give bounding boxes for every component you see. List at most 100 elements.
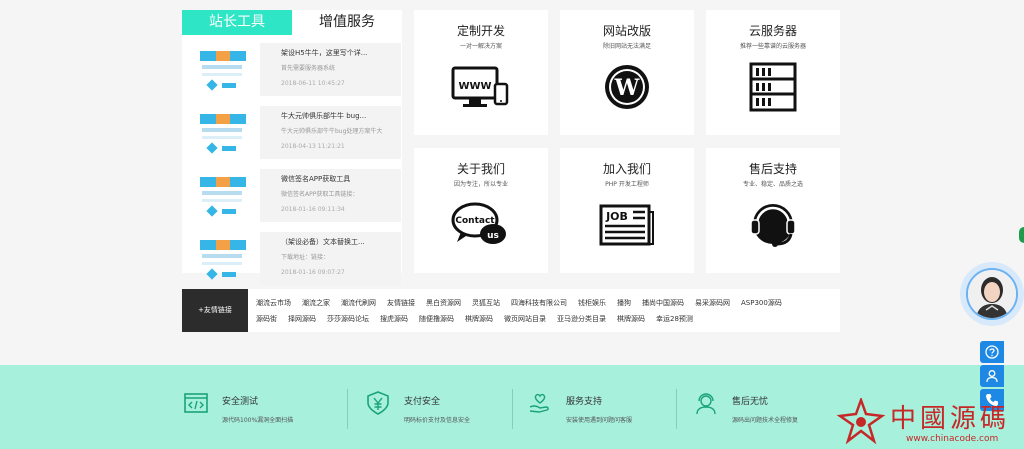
service-subtitle: 推荐一些靠谱的云服务器: [739, 43, 806, 50]
friend-link[interactable]: 灵狐互站: [472, 298, 500, 308]
news-body: 牛大元帅俱乐部牛牛 bug... 牛大元帅俱乐部牛牛bug处理方案牛大 2018…: [260, 106, 401, 159]
friend-link[interactable]: 播狗: [617, 298, 631, 308]
service-subtitle: 因为专注，所以专业: [453, 181, 508, 188]
tab-value-added-services[interactable]: 增值服务: [292, 10, 402, 35]
news-item[interactable]: （架设必备）文本替换工... 下载地址：链接： 2018-01-16 09:07…: [194, 232, 402, 285]
feature-title: 支付安全: [404, 397, 441, 407]
friend-links-row: 源码街 择网源码 莎莎源码论坛 搜虎源码 随便撸源码 棋牌源码 微页网站目录 亚…: [256, 311, 836, 327]
news-title[interactable]: （架设必备）文本替换工...: [281, 237, 401, 247]
customer-service-avatar[interactable]: [960, 262, 1024, 326]
service-title: 售后支持: [748, 162, 797, 176]
service-card-custom-dev[interactable]: 定制开发 一对一解决方案 WWW: [414, 10, 548, 135]
friend-link[interactable]: ASP300源码: [741, 298, 782, 308]
news-body: 架设H5牛牛，这里写个详... 首先需要服务器系统 2018-06-11 10:…: [260, 43, 401, 96]
news-date: 2018-06-11 10:45:27: [281, 80, 345, 87]
friend-link[interactable]: 四海科技有限公司: [511, 298, 567, 308]
wordpress-letter: W: [614, 75, 640, 101]
feature-payment-security: 支付安全 明码标价支付及信息安全: [366, 391, 526, 431]
friend-link[interactable]: 黑白资源网: [426, 298, 461, 308]
feature-after-sales: 售后无忧 源码出问题技术全程修复: [694, 391, 854, 431]
edge-widget-icon[interactable]: [1019, 227, 1024, 243]
service-title: 定制开发: [456, 24, 505, 38]
friend-link[interactable]: 棋牌源码: [465, 314, 493, 324]
service-title: 网站改版: [602, 24, 651, 38]
friend-link[interactable]: 潮流之家: [302, 298, 330, 308]
news-item[interactable]: 牛大元帅俱乐部牛牛 bug... 牛大元帅俱乐部牛牛bug处理方案牛大 2018…: [194, 106, 402, 159]
friend-link[interactable]: 微页网站目录: [504, 314, 546, 324]
service-title: 关于我们: [456, 162, 505, 176]
friend-link[interactable]: 搜虎源码: [380, 314, 408, 324]
user-icon: [986, 370, 998, 383]
news-thumbnail[interactable]: [194, 43, 250, 96]
feature-desc: 源码出问题技术全程修复: [732, 417, 799, 424]
friend-links-label: +友情链接: [182, 289, 248, 332]
friend-link[interactable]: 潮流代刷网: [341, 298, 376, 308]
news-date: 2018-01-16 09:11:34: [281, 206, 345, 213]
service-card-redesign[interactable]: 网站改版 除旧网站无法满足 W: [560, 10, 694, 135]
news-item[interactable]: 微信签名APP获取工具 微信签名APP获取工具链接： 2018-01-16 09…: [194, 169, 402, 222]
service-card-join-us[interactable]: 加入我们 PHP 开发工程师 JOB: [560, 148, 694, 273]
feature-desc: 明码标价支付及信息安全: [404, 417, 471, 424]
friend-link[interactable]: 源码街: [256, 314, 277, 324]
service-subtitle: 除旧网站无法满足: [602, 43, 651, 50]
watermark-text: 中國源碼: [890, 404, 1011, 434]
contact-person-button[interactable]: [980, 365, 1004, 387]
news-body: （架设必备）文本替换工... 下载地址：链接： 2018-01-16 09:07…: [260, 232, 401, 285]
watermark-url: www.chinacode.com: [906, 434, 999, 444]
service-subtitle: PHP 开发工程师: [605, 181, 649, 188]
news-title[interactable]: 架设H5牛牛，这里写个详...: [281, 48, 401, 58]
news-thumbnail[interactable]: [194, 106, 250, 159]
service-subtitle: 专业、稳定、品质之选: [742, 181, 803, 188]
service-card-about-us[interactable]: 关于我们 因为专注，所以专业 Contact us: [414, 148, 548, 273]
friend-links-row: 潮流云市场 潮流之家 潮流代刷网 友情链接 黑白资源网 灵狐互站 四海科技有限公…: [256, 295, 836, 311]
friend-link[interactable]: 钱柜娱乐: [578, 298, 606, 308]
friend-link[interactable]: 随便撸源码: [419, 314, 454, 324]
question-icon: [985, 345, 999, 359]
us-text: us: [487, 231, 499, 241]
service-card-cloud-server[interactable]: 云服务器 推荐一些靠谱的云服务器: [706, 10, 840, 135]
tab-webmaster-tools[interactable]: 站长工具: [182, 10, 292, 35]
job-text: JOB: [605, 210, 628, 223]
support-agent-icon: [696, 393, 716, 415]
feature-desc: 安装使用遇到问题问客服: [566, 417, 633, 424]
friend-link[interactable]: 捕尚中国源码: [642, 298, 684, 308]
divider: [676, 389, 677, 429]
service-subtitle: 一对一解决方案: [459, 43, 502, 50]
help-button[interactable]: [980, 341, 1004, 363]
watermark: 中國源碼 www.chinacode.com: [836, 396, 1024, 449]
service-card-after-sales[interactable]: 售后支持 专业、稳定、品质之选: [706, 148, 840, 273]
news-desc: 牛大元帅俱乐部牛牛bug处理方案牛大: [281, 128, 383, 135]
job-newspaper-icon: JOB: [599, 204, 654, 246]
avatar: [966, 268, 1018, 320]
friend-link[interactable]: 莎莎源码论坛: [327, 314, 369, 324]
service-title: 云服务器: [748, 24, 797, 38]
friend-link[interactable]: 潮流云市场: [256, 298, 291, 308]
news-title[interactable]: 牛大元帅俱乐部牛牛 bug...: [281, 111, 401, 121]
server-rack-icon: [749, 62, 797, 112]
code-window-icon: [184, 393, 208, 413]
divider: [512, 389, 513, 429]
feature-title: 服务支持: [566, 397, 603, 407]
news-thumbnail[interactable]: [194, 169, 250, 222]
wordpress-icon: W: [605, 65, 649, 109]
news-thumbnail[interactable]: [194, 232, 250, 285]
friend-link[interactable]: 择网源码: [288, 314, 316, 324]
news-date: 2018-01-16 09:07:27: [281, 269, 345, 276]
news-desc: 首先需要服务器系统: [281, 65, 336, 72]
friend-link[interactable]: 亚马逊分类目录: [557, 314, 606, 324]
friend-link[interactable]: 幸运28预测: [656, 314, 693, 324]
news-list: 架设H5牛牛，这里写个详... 首先需要服务器系统 2018-06-11 10:…: [182, 35, 402, 285]
news-title[interactable]: 微信签名APP获取工具: [281, 174, 401, 184]
headset-icon: [750, 204, 796, 247]
contact-us-icon: Contact us: [451, 202, 506, 244]
panel-tabs: 站长工具 增值服务: [182, 10, 402, 35]
friend-link[interactable]: 易采源码网: [695, 298, 730, 308]
webmaster-tools-panel: 站长工具 增值服务 架设H5牛牛，这里写个详... 首先需要服务器系统 2018…: [182, 10, 402, 285]
friend-link[interactable]: 友情链接: [387, 298, 415, 308]
news-item[interactable]: 架设H5牛牛，这里写个详... 首先需要服务器系统 2018-06-11 10:…: [194, 43, 402, 96]
feature-title: 售后无忧: [732, 397, 769, 407]
watermark-logo-icon: [836, 398, 886, 444]
news-date: 2018-04-13 11:21:21: [281, 143, 345, 150]
www-text: WWW: [458, 81, 491, 92]
friend-link[interactable]: 棋牌源码: [617, 314, 645, 324]
